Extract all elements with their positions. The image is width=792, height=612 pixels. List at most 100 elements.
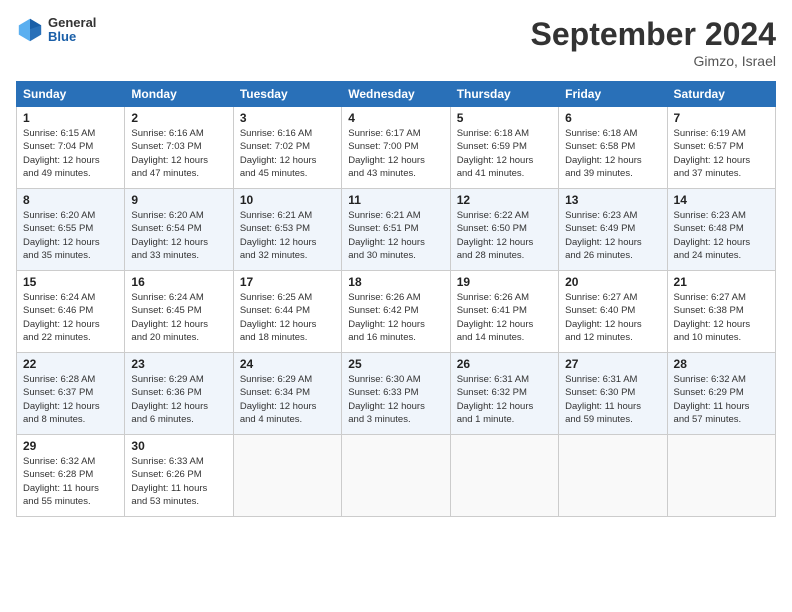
calendar-cell: 24 Sunrise: 6:29 AM Sunset: 6:34 PM Dayli…: [233, 353, 341, 435]
day-number: 26: [457, 357, 552, 371]
day-number: 15: [23, 275, 118, 289]
day-number: 1: [23, 111, 118, 125]
calendar-cell: 9 Sunrise: 6:20 AM Sunset: 6:54 PM Daylig…: [125, 189, 233, 271]
calendar-cell: 23Sunrise: 6:29 AM Sunset: 6:36 PM Dayli…: [125, 353, 233, 435]
title-block: September 2024 Gimzo, Israel: [531, 16, 776, 69]
week-row-1: 1 Sunrise: 6:15 AM Sunset: 7:04 PM Daylig…: [17, 107, 776, 189]
day-info: Sunrise: 6:26 AM Sunset: 6:41 PM Dayligh…: [457, 291, 552, 344]
header-sunday: Sunday: [17, 82, 125, 107]
day-info: Sunrise: 6:16 AM Sunset: 7:03 PM Dayligh…: [131, 127, 226, 180]
header-saturday: Saturday: [667, 82, 775, 107]
calendar-cell: 8 Sunrise: 6:20 AM Sunset: 6:55 PM Daylig…: [17, 189, 125, 271]
day-number: 3: [240, 111, 335, 125]
day-number: 30: [131, 439, 226, 453]
calendar-cell: 27 Sunrise: 6:31 AM Sunset: 6:30 PM Dayli…: [559, 353, 667, 435]
calendar-cell: 15Sunrise: 6:24 AM Sunset: 6:46 PM Dayli…: [17, 271, 125, 353]
day-number: 7: [674, 111, 769, 125]
day-info: Sunrise: 6:31 AM Sunset: 6:30 PM Dayligh…: [565, 373, 660, 426]
calendar-cell: 26 Sunrise: 6:31 AM Sunset: 6:32 PM Dayli…: [450, 353, 558, 435]
day-info: Sunrise: 6:28 AM Sunset: 6:37 PM Dayligh…: [23, 373, 118, 426]
day-number: 24: [240, 357, 335, 371]
logo-blue-text: Blue: [48, 30, 96, 44]
calendar-cell: 3 Sunrise: 6:16 AM Sunset: 7:02 PM Daylig…: [233, 107, 341, 189]
calendar-header-row: SundayMondayTuesdayWednesdayThursdayFrid…: [17, 82, 776, 107]
day-info: Sunrise: 6:23 AM Sunset: 6:49 PM Dayligh…: [565, 209, 660, 262]
day-number: 5: [457, 111, 552, 125]
day-info: Sunrise: 6:22 AM Sunset: 6:50 PM Dayligh…: [457, 209, 552, 262]
week-row-4: 22 Sunrise: 6:28 AM Sunset: 6:37 PM Dayli…: [17, 353, 776, 435]
calendar-cell: 1 Sunrise: 6:15 AM Sunset: 7:04 PM Daylig…: [17, 107, 125, 189]
day-info: Sunrise: 6:31 AM Sunset: 6:32 PM Dayligh…: [457, 373, 552, 426]
day-number: 28: [674, 357, 769, 371]
day-number: 14: [674, 193, 769, 207]
week-row-5: 29Sunrise: 6:32 AM Sunset: 6:28 PM Dayli…: [17, 435, 776, 517]
calendar-cell: [559, 435, 667, 517]
day-number: 27: [565, 357, 660, 371]
calendar-cell: 28Sunrise: 6:32 AM Sunset: 6:29 PM Dayli…: [667, 353, 775, 435]
calendar-cell: 6 Sunrise: 6:18 AM Sunset: 6:58 PM Daylig…: [559, 107, 667, 189]
day-info: Sunrise: 6:33 AM Sunset: 6:26 PM Dayligh…: [131, 455, 226, 508]
day-info: Sunrise: 6:20 AM Sunset: 6:55 PM Dayligh…: [23, 209, 118, 262]
logo-icon: [16, 16, 44, 44]
day-info: Sunrise: 6:29 AM Sunset: 6:34 PM Dayligh…: [240, 373, 335, 426]
day-number: 23: [131, 357, 226, 371]
day-info: Sunrise: 6:21 AM Sunset: 6:51 PM Dayligh…: [348, 209, 443, 262]
logo: General Blue: [16, 16, 96, 45]
day-info: Sunrise: 6:18 AM Sunset: 6:59 PM Dayligh…: [457, 127, 552, 180]
day-info: Sunrise: 6:24 AM Sunset: 6:45 PM Dayligh…: [131, 291, 226, 344]
day-info: Sunrise: 6:15 AM Sunset: 7:04 PM Dayligh…: [23, 127, 118, 180]
day-info: Sunrise: 6:21 AM Sunset: 6:53 PM Dayligh…: [240, 209, 335, 262]
calendar-cell: 13 Sunrise: 6:23 AM Sunset: 6:49 PM Dayli…: [559, 189, 667, 271]
calendar-cell: 25Sunrise: 6:30 AM Sunset: 6:33 PM Dayli…: [342, 353, 450, 435]
week-row-3: 15Sunrise: 6:24 AM Sunset: 6:46 PM Dayli…: [17, 271, 776, 353]
calendar-cell: 7 Sunrise: 6:19 AM Sunset: 6:57 PM Daylig…: [667, 107, 775, 189]
calendar-cell: 21 Sunrise: 6:27 AM Sunset: 6:38 PM Dayli…: [667, 271, 775, 353]
calendar-cell: 12Sunrise: 6:22 AM Sunset: 6:50 PM Dayli…: [450, 189, 558, 271]
calendar-cell: 14 Sunrise: 6:23 AM Sunset: 6:48 PM Dayli…: [667, 189, 775, 271]
day-info: Sunrise: 6:25 AM Sunset: 6:44 PM Dayligh…: [240, 291, 335, 344]
day-number: 21: [674, 275, 769, 289]
day-number: 25: [348, 357, 443, 371]
day-number: 2: [131, 111, 226, 125]
day-info: Sunrise: 6:32 AM Sunset: 6:28 PM Dayligh…: [23, 455, 118, 508]
day-info: Sunrise: 6:16 AM Sunset: 7:02 PM Dayligh…: [240, 127, 335, 180]
calendar-cell: [342, 435, 450, 517]
day-info: Sunrise: 6:27 AM Sunset: 6:38 PM Dayligh…: [674, 291, 769, 344]
calendar-cell: 16 Sunrise: 6:24 AM Sunset: 6:45 PM Dayli…: [125, 271, 233, 353]
calendar-cell: 30 Sunrise: 6:33 AM Sunset: 6:26 PM Dayli…: [125, 435, 233, 517]
day-info: Sunrise: 6:27 AM Sunset: 6:40 PM Dayligh…: [565, 291, 660, 344]
logo-general-text: General: [48, 16, 96, 30]
header-monday: Monday: [125, 82, 233, 107]
day-info: Sunrise: 6:19 AM Sunset: 6:57 PM Dayligh…: [674, 127, 769, 180]
day-info: Sunrise: 6:20 AM Sunset: 6:54 PM Dayligh…: [131, 209, 226, 262]
day-info: Sunrise: 6:23 AM Sunset: 6:48 PM Dayligh…: [674, 209, 769, 262]
calendar-cell: 17 Sunrise: 6:25 AM Sunset: 6:44 PM Dayli…: [233, 271, 341, 353]
header: General Blue September 2024 Gimzo, Israe…: [16, 16, 776, 69]
logo-text: General Blue: [48, 16, 96, 45]
month-title: September 2024: [531, 16, 776, 53]
calendar-cell: 19Sunrise: 6:26 AM Sunset: 6:41 PM Dayli…: [450, 271, 558, 353]
day-number: 22: [23, 357, 118, 371]
header-friday: Friday: [559, 82, 667, 107]
day-number: 8: [23, 193, 118, 207]
day-number: 13: [565, 193, 660, 207]
day-number: 9: [131, 193, 226, 207]
calendar: SundayMondayTuesdayWednesdayThursdayFrid…: [16, 81, 776, 517]
day-number: 16: [131, 275, 226, 289]
calendar-cell: 11Sunrise: 6:21 AM Sunset: 6:51 PM Dayli…: [342, 189, 450, 271]
day-number: 10: [240, 193, 335, 207]
calendar-cell: [233, 435, 341, 517]
calendar-cell: 10 Sunrise: 6:21 AM Sunset: 6:53 PM Dayli…: [233, 189, 341, 271]
header-tuesday: Tuesday: [233, 82, 341, 107]
day-number: 18: [348, 275, 443, 289]
calendar-cell: 29Sunrise: 6:32 AM Sunset: 6:28 PM Dayli…: [17, 435, 125, 517]
calendar-cell: 4Sunrise: 6:17 AM Sunset: 7:00 PM Daylig…: [342, 107, 450, 189]
day-number: 17: [240, 275, 335, 289]
day-number: 20: [565, 275, 660, 289]
day-number: 6: [565, 111, 660, 125]
header-thursday: Thursday: [450, 82, 558, 107]
calendar-cell: 18Sunrise: 6:26 AM Sunset: 6:42 PM Dayli…: [342, 271, 450, 353]
day-info: Sunrise: 6:18 AM Sunset: 6:58 PM Dayligh…: [565, 127, 660, 180]
calendar-cell: 5 Sunrise: 6:18 AM Sunset: 6:59 PM Daylig…: [450, 107, 558, 189]
calendar-cell: 2 Sunrise: 6:16 AM Sunset: 7:03 PM Daylig…: [125, 107, 233, 189]
